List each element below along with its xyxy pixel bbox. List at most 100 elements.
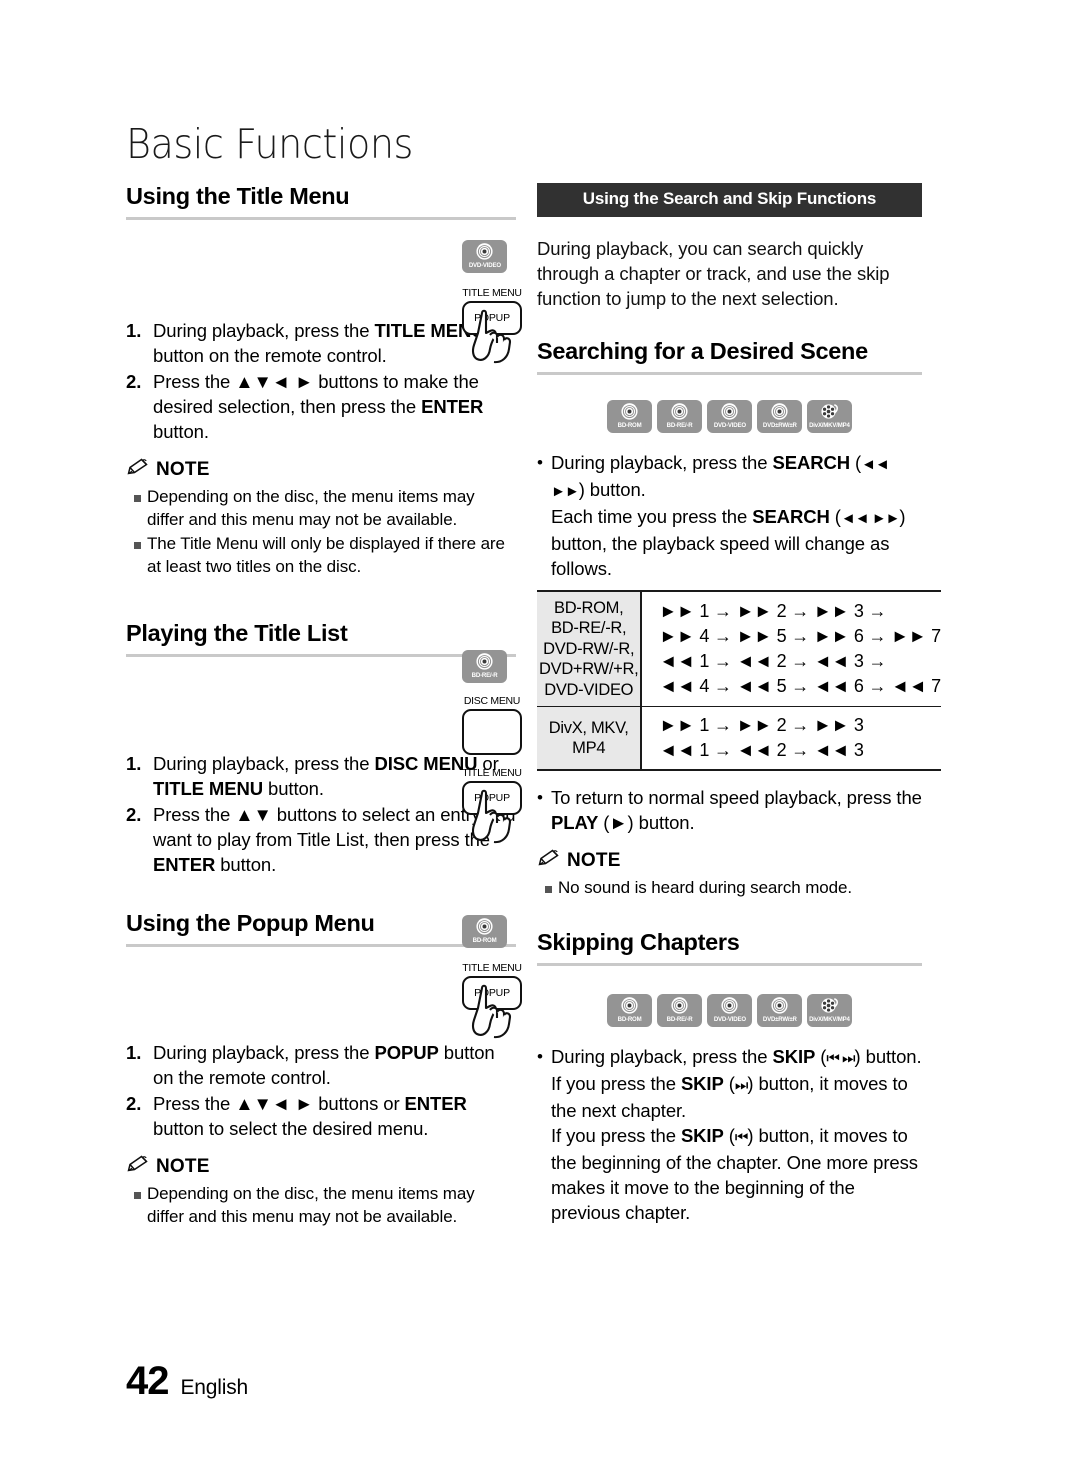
speed-line: ◄◄ 1 → ◄◄ 2 → ◄◄ 3	[659, 740, 864, 761]
note-text: Depending on the disc, the menu items ma…	[147, 487, 475, 530]
page-number: 42	[126, 1359, 169, 1403]
disc-badge-label: BD-ROM	[472, 937, 497, 944]
pointing-hand-icon	[469, 787, 523, 850]
dot-bullet-icon: •	[537, 1047, 543, 1067]
disc-icon	[620, 402, 639, 421]
heading-searching-desired-scene: Searching for a Desired Scene	[537, 338, 922, 375]
step-item: 1. During playback, press the POPUP butt…	[126, 1040, 516, 1090]
disc-badge-label: DVD-VIDEO	[713, 1016, 746, 1024]
steps-popup-menu: 1. During playback, press the POPUP butt…	[126, 1040, 516, 1141]
step-item: 1. During playback, press the TITLE MENU…	[126, 318, 516, 368]
step-item: 2. Press the ▲▼ buttons to select an ent…	[126, 802, 516, 877]
illustration-popup-menu: BD-ROM TITLE MENU POPUP	[462, 915, 522, 1039]
disc-icon	[475, 917, 494, 936]
speed-line: ►► 4 → ►► 5 → ►► 6 → ►► 7	[659, 625, 941, 646]
disc-badge-dvd-rw-r: DVD±RW/±R	[757, 994, 802, 1028]
illustration-title-menu: DVD-VIDEO TITLE MENU POPUP	[462, 240, 522, 364]
disc-badge-label: BD-RE/-R	[666, 1016, 693, 1024]
disc-icon	[770, 996, 789, 1015]
bullet-item: • During playback, press the SEARCH (◄◄ …	[537, 450, 922, 581]
disc-badge-label: BD-ROM	[617, 1016, 642, 1024]
bullet-text: To return to normal speed playback, pres…	[551, 787, 922, 834]
section-banner: Using the Search and Skip Functions	[537, 183, 922, 217]
speed-line: ◄◄ 1 → ◄◄ 2 → ◄◄ 3 →	[659, 650, 887, 671]
disc-type-line: BD-ROM,	[553, 598, 624, 617]
note-header: NOTE	[537, 849, 922, 873]
film-reel-icon	[820, 402, 839, 421]
remote-button-caption: TITLE MENU	[462, 767, 522, 779]
dot-bullet-icon: •	[537, 788, 543, 808]
note-header: NOTE	[126, 458, 516, 482]
square-bullet-icon	[126, 485, 147, 531]
disc-badge-label: BD-ROM	[617, 421, 642, 429]
disc-badge-bd-rom: BD-ROM	[462, 915, 507, 948]
notes-popup-menu: Depending on the disc, the menu items ma…	[126, 1182, 516, 1228]
disc-icon	[475, 652, 494, 671]
notes-title-menu: Depending on the disc, the menu items ma…	[126, 485, 516, 578]
note-text: The Title Menu will only be displayed if…	[147, 534, 505, 577]
note-text: Depending on the disc, the menu items ma…	[147, 1184, 475, 1227]
page-language: English	[180, 1376, 249, 1399]
step-number: 1.	[126, 753, 142, 775]
step-item: 1. During playback, press the DISC MENU …	[126, 751, 516, 801]
disc-badge-bd-re-r: BD-RE/-R	[462, 650, 507, 683]
illustration-title-list: BD-RE/-R DISC MENU TITLE MENU POPUP	[462, 650, 522, 844]
disc-badge-divx-mkv-mp4: DivX/MKV/MP4	[807, 399, 852, 433]
remote-disc-menu-button[interactable]	[462, 709, 522, 755]
step-text: Press the ▲▼◄ ► buttons or ENTER button …	[153, 1093, 467, 1140]
disc-type-line: DivX, MKV, MP4	[548, 718, 629, 758]
disc-icon	[720, 402, 739, 421]
disc-badge-dvd-video: DVD-VIDEO	[707, 399, 752, 433]
disc-badge-dvd-video: DVD-VIDEO	[707, 994, 752, 1028]
heading-using-title-menu: Using the Title Menu	[126, 183, 516, 221]
disc-icon	[670, 996, 689, 1015]
step-number: 1.	[126, 320, 142, 342]
steps-title-menu: 1. During playback, press the TITLE MENU…	[126, 318, 516, 444]
pointing-hand-icon	[469, 307, 523, 370]
manual-page: Basic Functions Using the Title Menu 1. …	[0, 0, 1080, 1479]
return-speed-bullet: • To return to normal speed playback, pr…	[537, 785, 922, 835]
intro-paragraph: During playback, you can search quickly …	[537, 237, 890, 309]
remote-button-caption: TITLE MENU	[462, 287, 522, 299]
disc-badge-dvd-video: DVD-VIDEO	[462, 240, 507, 273]
table-cell-disc-types: DivX, MKV, MP4	[537, 706, 643, 771]
heading-using-popup-menu: Using the Popup Menu	[126, 910, 516, 948]
disc-badge-bd-rom: BD-ROM	[607, 994, 652, 1028]
pencil-icon	[537, 849, 561, 873]
step-number: 2.	[126, 1093, 142, 1115]
film-reel-icon	[820, 996, 839, 1015]
note-label: NOTE	[567, 850, 621, 872]
disc-badge-row-search: BD-ROM BD-RE/-R DVD-VIDEO DVD±RW/±R DivX…	[537, 399, 922, 433]
disc-badge-row-skip: BD-ROM BD-RE/-R DVD-VIDEO DVD±RW/±R DivX…	[537, 994, 922, 1028]
disc-icon	[770, 402, 789, 421]
note-item: Depending on the disc, the menu items ma…	[126, 485, 516, 531]
left-column: Using the Title Menu 1. During playback,…	[126, 183, 516, 1229]
disc-badge-label: DVD±RW/±R	[762, 1016, 797, 1024]
search-bullets: • During playback, press the SEARCH (◄◄ …	[537, 450, 922, 581]
right-column: Using the Search and Skip Functions Duri…	[537, 183, 941, 1225]
disc-icon	[670, 402, 689, 421]
step-number: 2.	[126, 804, 142, 826]
disc-type-line: DVD-VIDEO	[544, 680, 634, 699]
disc-icon	[720, 996, 739, 1015]
disc-badge-bd-rom: BD-ROM	[607, 399, 652, 433]
disc-badge-label: DivX/MKV/MP4	[809, 421, 850, 429]
disc-icon	[620, 996, 639, 1015]
table-cell-disc-types: BD-ROM, BD-RE/-R, DVD-RW/-R, DVD+RW/+R, …	[537, 590, 643, 708]
disc-badge-label: DVD-VIDEO	[713, 421, 746, 429]
step-item: 2. Press the ▲▼◄ ► buttons to make the d…	[126, 369, 516, 444]
step-number: 1.	[126, 1042, 142, 1064]
disc-badge-label: BD-RE/-R	[471, 672, 498, 679]
bullet-text: During playback, press the SEARCH (◄◄ ►►…	[551, 451, 906, 579]
remote-button-caption: TITLE MENU	[462, 962, 522, 974]
square-bullet-icon	[126, 1182, 147, 1228]
step-text: During playback, press the POPUP button …	[153, 1042, 495, 1089]
bullet-text: During playback, press the SKIP (⏮ ⏭) bu…	[551, 1046, 922, 1224]
disc-badge-bd-re-r: BD-RE/-R	[657, 994, 702, 1028]
disc-badge-label: DVD±RW/±R	[762, 421, 797, 429]
note-text: No sound is heard during search mode.	[558, 878, 852, 898]
remote-button-caption: DISC MENU	[463, 695, 521, 707]
playback-speed-table: BD-ROM, BD-RE/-R, DVD-RW/-R, DVD+RW/+R, …	[537, 589, 941, 772]
pencil-icon	[126, 458, 150, 482]
disc-badge-dvd-rw-r: DVD±RW/±R	[757, 399, 802, 433]
